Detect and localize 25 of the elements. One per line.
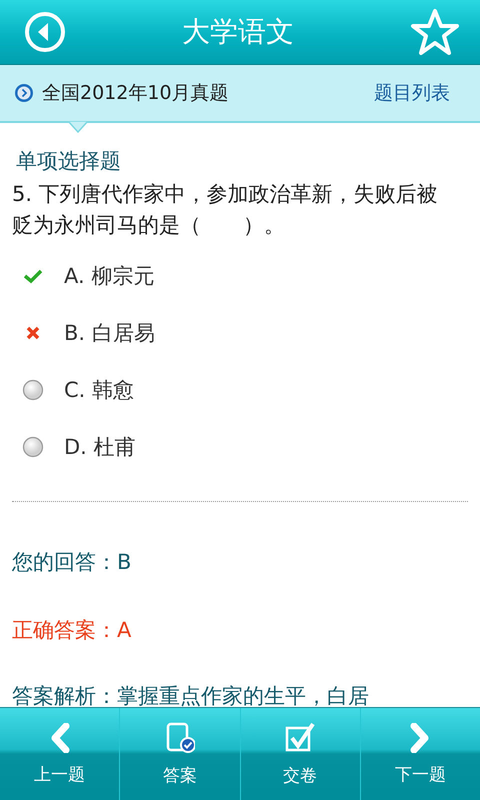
option-label[interactable]: C. 韩愈: [64, 376, 134, 404]
your-answer: 您的回答：B: [12, 549, 132, 576]
exam-title: 全国2012年10月真题: [42, 81, 230, 106]
radio-button[interactable]: [22, 436, 44, 458]
option-label[interactable]: B. 白居易: [64, 318, 155, 346]
correct-answer: 正确答案：A: [12, 617, 132, 644]
option-label[interactable]: A. 柳宗元: [64, 262, 154, 290]
back-icon[interactable]: [24, 11, 66, 53]
notebook-check-icon: [164, 722, 195, 754]
answer-analysis: 答案解析：掌握重点作家的生平，白居: [12, 683, 370, 707]
app-title: 大学语文: [182, 14, 294, 50]
back-chevron-icon: [48, 722, 71, 752]
question-list-link[interactable]: 题目列表: [374, 80, 450, 106]
forward-chevron-icon: [409, 722, 432, 752]
section-heading: 单项选择题: [16, 148, 122, 175]
toolbar-button[interactable]: 上一题: [0, 708, 120, 800]
star-icon[interactable]: [410, 8, 460, 56]
radio-button[interactable]: [22, 378, 44, 400]
checkbox-icon: [284, 722, 316, 754]
toolbar-button[interactable]: 交卷: [240, 708, 361, 800]
option-label[interactable]: D. 杜甫: [64, 432, 136, 460]
toolbar-button[interactable]: 下一题: [360, 708, 480, 800]
arrow-bullet-icon: [14, 83, 34, 103]
question-text: 5. 下列唐代作家中，参加政治革新，失败后被贬为永州司马的是（ ）。: [12, 181, 439, 239]
toolbar-button[interactable]: 答案: [120, 708, 240, 800]
